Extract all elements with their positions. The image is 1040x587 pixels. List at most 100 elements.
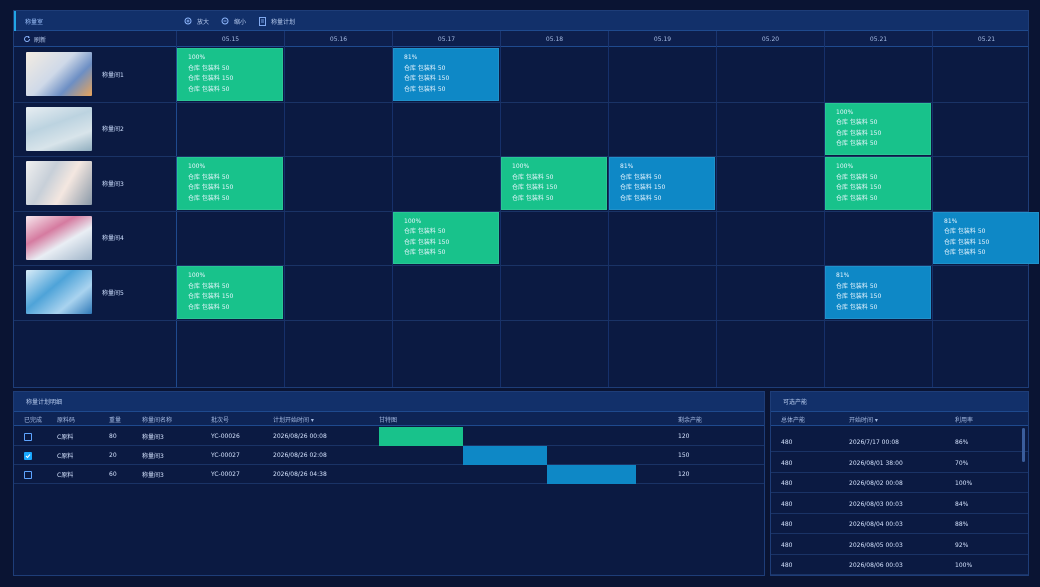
rate-cell: 100%: [955, 480, 973, 487]
refresh-button[interactable]: 刷新: [22, 31, 46, 47]
gantt-bar[interactable]: [463, 446, 547, 465]
completed-cell: [24, 446, 32, 465]
gantt-bar[interactable]: [379, 427, 463, 446]
code-cell: C原料: [57, 434, 74, 441]
resource-row-4[interactable]: 称量间4: [14, 211, 176, 266]
weight-cell: 20: [109, 452, 117, 459]
task-block[interactable]: 100% 仓库 包装料 50 仓库 包装料 150 仓库 包装料 50: [177, 266, 283, 319]
column-header: 利用率: [955, 416, 974, 424]
rate-cell: 86%: [955, 439, 969, 446]
grid-column-line: [824, 47, 825, 387]
task-block[interactable]: 100% 仓库 包装料 50 仓库 包装料 150 仓库 包装料 50: [825, 157, 931, 210]
completed-checkbox[interactable]: [24, 432, 32, 441]
capacity-cell: 120: [678, 433, 690, 440]
room-cell: 称量间3: [142, 434, 164, 441]
task-line: 仓库 包装料 150: [620, 184, 666, 191]
weighing-plan-button[interactable]: 称量计划: [258, 16, 296, 26]
task-block[interactable]: 81% 仓库 包装料 50 仓库 包装料 150 仓库 包装料 50: [393, 48, 499, 101]
task-block[interactable]: 100% 仓库 包装料 50 仓库 包装料 150 仓库 包装料 50: [501, 157, 607, 210]
task-percent: 100%: [512, 163, 530, 170]
task-percent: 100%: [188, 163, 206, 170]
date-column-header: 05.20: [716, 31, 824, 47]
start-cell: 2026/08/05 00:03: [849, 541, 903, 549]
start-cell: 2026/08/02 00:08: [849, 480, 903, 487]
gantt-bar[interactable]: [547, 465, 636, 484]
task-line: 仓库 包装料 150: [188, 293, 234, 300]
table-row[interactable]: 480 2026/08/05 00:03 92%: [771, 536, 1028, 555]
zoom-out-button[interactable]: 缩小: [221, 17, 246, 26]
task-line: 仓库 包装料 150: [836, 293, 882, 300]
task-block[interactable]: 100% 仓库 包装料 50 仓库 包装料 150 仓库 包装料 50: [393, 211, 499, 264]
task-block[interactable]: 81% 仓库 包装料 50 仓库 包装料 150 仓库 包装料 50: [933, 211, 1039, 264]
column-header: 原料码: [57, 416, 76, 424]
task-line: 仓库 包装料 50: [512, 173, 554, 181]
table-row[interactable]: 480 2026/08/03 00:03 84%: [771, 495, 1028, 514]
room-title: 称量室: [14, 11, 176, 31]
task-line: 仓库 包装料 50: [836, 282, 878, 290]
total-cell: 480: [781, 480, 793, 487]
resource-row-1[interactable]: 称量间1: [14, 47, 176, 102]
task-line: 仓库 包装料 50: [188, 85, 230, 93]
task-line: 仓库 包装料 50: [512, 194, 554, 202]
task-block[interactable]: 81% 仓库 包装料 50 仓库 包装料 150 仓库 包装料 50: [825, 266, 931, 319]
refresh-icon: [22, 35, 31, 44]
task-block[interactable]: 100% 仓库 包装料 50 仓库 包装料 150 仓库 包装料 50: [177, 48, 283, 101]
task-block[interactable]: 81% 仓库 包装料 50 仓库 包装料 150 仓库 包装料 50: [609, 157, 715, 210]
grid-row-line: [14, 319, 1028, 321]
room-photo: [26, 161, 92, 206]
column-header: 批次号: [211, 416, 230, 424]
resource-row-2[interactable]: 称量间2: [14, 102, 176, 157]
table-row[interactable]: 480 2026/08/01 38:00 70%: [771, 454, 1028, 473]
completed-checkbox[interactable]: [24, 451, 32, 460]
grid-column-line: [284, 47, 285, 387]
capacity-header: 总体产能 开始时间 ▾ 利用率: [771, 412, 1028, 426]
completed-cell: [24, 427, 32, 446]
total-cell: 480: [781, 541, 793, 549]
weight-cell: 60: [109, 471, 117, 478]
zoom-out-icon: [221, 17, 230, 26]
column-header[interactable]: 计划开始时间 ▾: [273, 412, 314, 426]
rate-cell: 84%: [955, 500, 969, 508]
task-block[interactable]: 100% 仓库 包装料 50 仓库 包装料 150 仓库 包装料 50: [177, 157, 283, 210]
code-cell: C原料: [57, 453, 74, 460]
resource-label: 称量间5: [102, 289, 124, 297]
table-row[interactable]: C原料 60 称量间3 YC-00027 2026/08/26 04:38 120: [14, 465, 764, 484]
resource-row-5[interactable]: 称量间5: [14, 265, 176, 320]
task-line: 仓库 包装料 50: [944, 228, 986, 235]
task-percent: 81%: [404, 54, 418, 61]
table-row[interactable]: 480 2026/08/04 00:03 88%: [771, 515, 1028, 534]
room-photo: [26, 215, 92, 260]
rate-cell: 88%: [955, 521, 969, 528]
task-line: 仓库 包装料 50: [188, 303, 230, 311]
table-row[interactable]: C原料 20 称量间3 YC-00027 2026/08/26 02:08 150: [14, 446, 764, 465]
batch-cell: YC-00027: [211, 471, 240, 478]
scheduler-toolbar: 称量室 放大 缩小 称量计划: [14, 11, 1028, 31]
zoom-in-button[interactable]: 放大: [184, 17, 209, 26]
table-row[interactable]: 480 2026/08/06 00:03 100%: [771, 556, 1028, 575]
task-block[interactable]: 100% 仓库 包装料 50 仓库 包装料 150 仓库 包装料 50: [825, 102, 931, 155]
column-header[interactable]: 开始时间 ▾: [849, 412, 878, 426]
task-line: 仓库 包装料 50: [836, 119, 878, 126]
capacity-title: 可选产能: [771, 392, 1028, 412]
date-column-header: 05.17: [392, 31, 500, 47]
table-row[interactable]: 480 2026/7/17 00:08 86%: [771, 433, 1028, 452]
rate-cell: 92%: [955, 541, 969, 549]
total-cell: 480: [781, 459, 793, 467]
date-column-header: 05.15: [176, 31, 284, 47]
completed-cell: [24, 465, 32, 484]
weighing-plan-label: 称量计划: [271, 18, 296, 26]
date-column-header: 05.16: [284, 31, 392, 47]
table-row[interactable]: 480 2026/08/02 00:08 100%: [771, 474, 1028, 493]
capacity-scrollbar[interactable]: [1022, 428, 1025, 462]
zoom-out-label: 缩小: [234, 18, 247, 26]
room-cell: 称量间3: [142, 472, 164, 479]
task-line: 仓库 包装料 50: [620, 194, 662, 202]
start-cell: 2026/08/26 02:08: [273, 452, 327, 459]
plan-detail-header: 已完成 原料码 重量 称量间名称 批次号 计划开始时间 ▾ 甘特图 剩余产能: [14, 412, 764, 426]
table-row[interactable]: C原料 80 称量间3 YC-00026 2026/08/26 00:08 120: [14, 427, 764, 446]
resource-row-3[interactable]: 称量间3: [14, 156, 176, 211]
total-cell: 480: [781, 500, 793, 508]
completed-checkbox[interactable]: [24, 470, 32, 479]
capacity-panel: 可选产能 总体产能 开始时间 ▾ 利用率 480 2026/7/17 00:08 86%…: [770, 391, 1029, 576]
task-line: 仓库 包装料 50: [620, 173, 662, 181]
